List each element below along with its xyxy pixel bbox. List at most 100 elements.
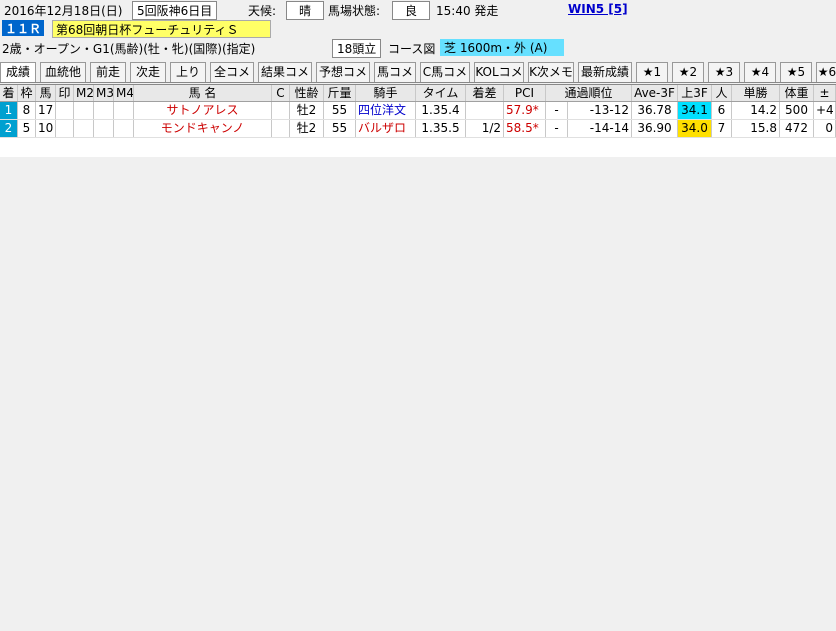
tab-last3f[interactable]: 上り [170, 62, 206, 82]
col-c[interactable]: C [272, 85, 290, 101]
col-m2[interactable]: M2 [74, 85, 94, 101]
cell-jockey[interactable]: バルザロ [356, 120, 416, 137]
cell-body-weight: 500 [780, 102, 814, 119]
weather: 晴 [286, 1, 324, 20]
table-header: 着 枠 馬 印 M2 M3 M4 馬 名 C 性齢 斤量 騎手 タイム 着差 P… [0, 85, 836, 102]
table-row[interactable]: 1 8 17 サトノアレス 牡2 55 四位洋文 1.35.4 57.9* - … [0, 102, 836, 120]
tab-next-race[interactable]: 次走 [130, 62, 166, 82]
tab-result-comments[interactable]: 結果コメ [258, 62, 312, 82]
cell-m3[interactable] [94, 120, 114, 137]
col-passing-order[interactable]: 通過順位 [546, 85, 632, 101]
col-margin[interactable]: 着差 [466, 85, 504, 101]
cell-mark[interactable] [56, 102, 74, 119]
weather-label: 天候: [248, 4, 277, 18]
col-body-weight[interactable]: 体重 [780, 85, 814, 101]
tab-prev-race[interactable]: 前走 [90, 62, 126, 82]
cell-m4[interactable] [114, 102, 134, 119]
cell-m2[interactable] [74, 120, 94, 137]
cell-passing-dash: - [546, 102, 568, 119]
cell-horse-name[interactable]: サトノアレス [134, 102, 272, 119]
meeting: 5回阪神6日目 [132, 1, 218, 20]
cell-horse-no: 10 [36, 120, 56, 137]
cell-popularity: 6 [712, 102, 732, 119]
date: 2016年12月18日(日) [4, 4, 123, 18]
cell-finish: 1 [0, 102, 18, 119]
col-finish[interactable]: 着 [0, 85, 18, 101]
cell-passing-dash: - [546, 120, 568, 137]
race-name: 第68回朝日杯フューチュリティＳ [52, 20, 271, 38]
col-weight-carried[interactable]: 斤量 [324, 85, 356, 101]
col-jockey[interactable]: 騎手 [356, 85, 416, 101]
cell-win-odds: 15.8 [732, 120, 780, 137]
cell-margin [466, 102, 504, 119]
cell-c [272, 120, 290, 137]
tab-k-next-memo[interactable]: K次メモ [528, 62, 574, 82]
tab-star-3[interactable]: ★3 [708, 62, 740, 82]
cell-win-odds: 14.2 [732, 102, 780, 119]
cell-last-3f: 34.0 [678, 120, 712, 137]
cell-weight-carried: 55 [324, 120, 356, 137]
col-popularity[interactable]: 人 [712, 85, 732, 101]
cell-last-3f: 34.1 [678, 102, 712, 119]
track: 良 [392, 1, 430, 20]
col-mark[interactable]: 印 [56, 85, 74, 101]
cell-passing-order: -13-12 [568, 102, 632, 119]
cell-m2[interactable] [74, 102, 94, 119]
tab-bar: 成績 血統他 前走 次走 上り 全コメ 結果コメ 予想コメ 馬コメ C馬コメ K… [0, 62, 836, 83]
results-table: 着 枠 馬 印 M2 M3 M4 馬 名 C 性齢 斤量 騎手 タイム 着差 P… [0, 84, 836, 157]
tab-c-horse-comments[interactable]: C馬コメ [420, 62, 470, 82]
col-m4[interactable]: M4 [114, 85, 134, 101]
tab-star-4[interactable]: ★4 [744, 62, 776, 82]
col-frame[interactable]: 枠 [18, 85, 36, 101]
tab-latest-results[interactable]: 最新成績 [578, 62, 632, 82]
cell-passing-order: -14-14 [568, 120, 632, 137]
tab-star-1[interactable]: ★1 [636, 62, 668, 82]
tab-forecast-comments[interactable]: 予想コメ [316, 62, 370, 82]
cell-sex-age: 牡2 [290, 120, 324, 137]
cell-weight-change: +4 [814, 102, 836, 119]
course: 芝 1600m・外 (A) [440, 39, 564, 56]
tab-all-comments[interactable]: 全コメ [210, 62, 254, 82]
col-weight-change[interactable]: ± [814, 85, 836, 101]
tab-kol-comments[interactable]: KOLコメ [474, 62, 524, 82]
col-last-3f[interactable]: 上3F [678, 85, 712, 101]
col-horse-name[interactable]: 馬 名 [134, 85, 272, 101]
win5-link[interactable]: WIN5 [5] [568, 2, 628, 16]
cell-ave-3f: 36.90 [632, 120, 678, 137]
cell-jockey[interactable]: 四位洋文 [356, 102, 416, 119]
tab-results[interactable]: 成績 [0, 62, 36, 82]
col-win-odds[interactable]: 単勝 [732, 85, 780, 101]
cell-weight-change: 0 [814, 120, 836, 137]
cell-sex-age: 牡2 [290, 102, 324, 119]
cell-m4[interactable] [114, 120, 134, 137]
track-label: 馬場状態: [328, 4, 381, 18]
cell-pci: 57.9* [504, 102, 546, 119]
cell-finish: 2 [0, 120, 18, 137]
cell-ave-3f: 36.78 [632, 102, 678, 119]
tab-horse-comments[interactable]: 馬コメ [374, 62, 416, 82]
table-row[interactable]: 2 5 10 モンドキャンノ 牡2 55 バルザロ 1.35.5 1/2 58.… [0, 120, 836, 138]
cell-m3[interactable] [94, 102, 114, 119]
cell-frame: 8 [18, 102, 36, 119]
field-size: 18頭立 [332, 39, 382, 58]
col-time[interactable]: タイム [416, 85, 466, 101]
cell-c [272, 102, 290, 119]
cell-mark[interactable] [56, 120, 74, 137]
col-sex-age[interactable]: 性齢 [290, 85, 324, 101]
col-pci[interactable]: PCI [504, 85, 546, 101]
cell-popularity: 7 [712, 120, 732, 137]
col-horse-no[interactable]: 馬 [36, 85, 56, 101]
tab-pedigree[interactable]: 血統他 [40, 62, 86, 82]
cell-horse-no: 17 [36, 102, 56, 119]
col-m3[interactable]: M3 [94, 85, 114, 101]
tab-star-6[interactable]: ★6 [816, 62, 836, 82]
race-conditions: 2歳・オープン・G1(馬齢)(牡・牝)(国際)(指定) [2, 42, 256, 56]
cell-pci: 58.5* [504, 120, 546, 137]
tab-star-2[interactable]: ★2 [672, 62, 704, 82]
cell-margin: 1/2 [466, 120, 504, 137]
cell-frame: 5 [18, 120, 36, 137]
tab-star-5[interactable]: ★5 [780, 62, 812, 82]
cell-horse-name[interactable]: モンドキャンノ [134, 120, 272, 137]
course-label: コース図 [388, 42, 436, 56]
col-ave-3f[interactable]: Ave-3F [632, 85, 678, 101]
